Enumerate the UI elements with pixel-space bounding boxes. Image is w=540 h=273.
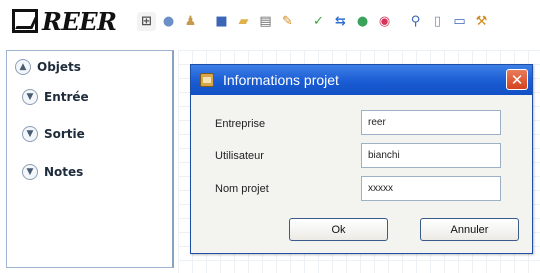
tools-icon[interactable]: ⚒ (472, 12, 491, 31)
dialog-title: Informations projet (223, 72, 339, 88)
main-toolbar: REER ⊞ ● ♟ ■ ▰ ▤ ✎ ✓ ⇆ ● ◉ ⚲ ▯ ▭ ⚒ (0, 0, 540, 44)
open-plan-icon[interactable]: ● (159, 12, 178, 31)
edit-icon[interactable]: ✎ (278, 12, 297, 31)
new-page-icon[interactable]: ⊞ (137, 12, 156, 31)
sidebar-item-entree[interactable]: ▼ Entrée (22, 89, 89, 105)
monitor-icon[interactable]: ▭ (450, 12, 469, 31)
chevron-down-icon[interactable]: ▼ (22, 164, 38, 180)
open-folder-icon[interactable]: ▰ (234, 12, 253, 31)
user-label: Utilisateur (215, 150, 264, 162)
company-field[interactable]: reer (361, 110, 501, 135)
project-name-field[interactable]: xxxxx (361, 176, 501, 201)
save-icon[interactable]: ■ (212, 12, 231, 31)
toolbar-icon-group: ⊞ ● ♟ ■ ▰ ▤ ✎ ✓ ⇆ ● ◉ ⚲ ▯ ▭ ⚒ (137, 12, 491, 32)
chevron-down-icon[interactable]: ▼ (22, 126, 38, 142)
sidebar-item-notes[interactable]: ▼ Notes (22, 164, 83, 180)
user-field[interactable]: bianchi (361, 143, 501, 168)
cancel-button[interactable]: Annuler (420, 218, 519, 241)
logo-text: REER (42, 6, 117, 36)
objects-panel: ▲ Objets ▼ Entrée ▼ Sortie ▼ Notes (6, 50, 174, 268)
app-icon (200, 73, 214, 87)
sidebar-item-label: Sortie (44, 127, 85, 141)
connect-icon[interactable]: ● (353, 12, 372, 31)
sync-icon[interactable]: ⇆ (331, 12, 350, 31)
sidebar-item-sortie[interactable]: ▼ Sortie (22, 126, 85, 142)
project-info-dialog: Informations projet ✕ Entreprise reer Ut… (190, 64, 533, 254)
reer-logo: REER (12, 6, 117, 36)
toolbar-separator (203, 12, 209, 32)
logo-mark-icon (12, 9, 38, 33)
sidebar-item-label: Objets (37, 60, 81, 74)
zoom-icon[interactable]: ⚲ (406, 12, 425, 31)
company-label: Entreprise (215, 118, 266, 130)
dialog-titlebar[interactable]: Informations projet ✕ (191, 65, 532, 95)
sidebar-item-label: Entrée (44, 90, 89, 104)
chevron-up-icon[interactable]: ▲ (15, 59, 31, 75)
stop-icon[interactable]: ◉ (375, 12, 394, 31)
chevron-down-icon[interactable]: ▼ (22, 89, 38, 105)
project-name-label: Nom projet (215, 183, 269, 195)
user-icon[interactable]: ♟ (181, 12, 200, 31)
validate-icon[interactable]: ✓ (309, 12, 328, 31)
toolbar-separator (397, 12, 403, 32)
print-icon[interactable]: ▤ (256, 12, 275, 31)
ok-button[interactable]: Ok (289, 218, 388, 241)
document-icon[interactable]: ▯ (428, 12, 447, 31)
toolbar-separator (300, 12, 306, 32)
sidebar-item-label: Notes (44, 165, 84, 179)
sidebar-item-objets[interactable]: ▲ Objets (15, 59, 81, 75)
close-button[interactable]: ✕ (506, 69, 528, 90)
